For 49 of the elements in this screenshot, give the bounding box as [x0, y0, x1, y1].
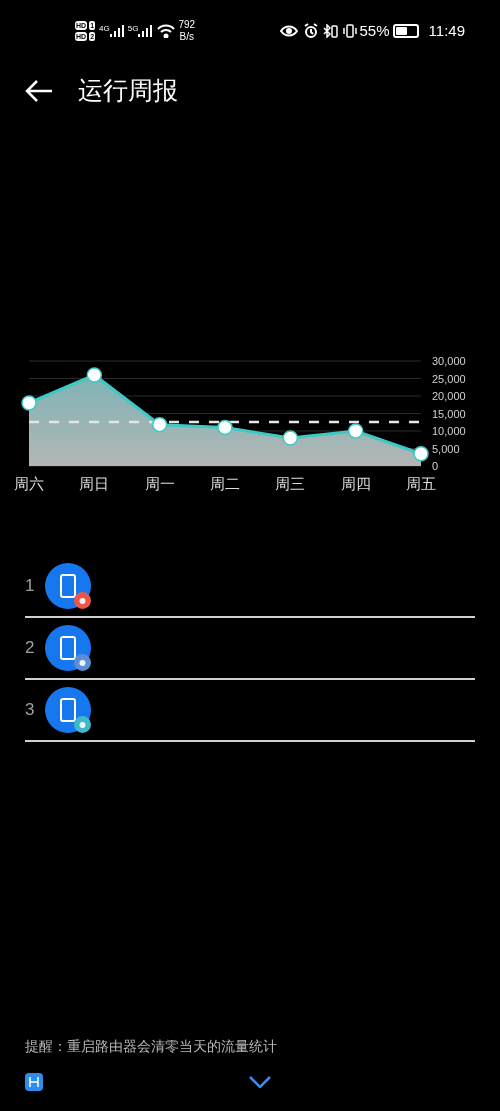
network-type: 5G	[127, 25, 139, 33]
data-point	[86, 367, 103, 383]
eye-icon	[279, 25, 298, 37]
phone-icon	[60, 698, 76, 722]
data-point	[347, 423, 364, 439]
phone-icon	[60, 636, 76, 660]
x-axis-label: 周五	[406, 475, 436, 492]
x-axis-label: 周三	[275, 475, 306, 492]
app-logo-icon[interactable]	[25, 1073, 43, 1091]
rank-number: 3	[25, 699, 36, 722]
signal-icon	[109, 25, 124, 37]
clock: 11:49	[428, 20, 465, 41]
device-avatar[interactable]	[45, 625, 91, 671]
y-tick-label: 25,000	[432, 372, 466, 385]
rank-number: 1	[25, 575, 36, 598]
x-axis-label: 周二	[210, 475, 240, 492]
data-point	[21, 395, 37, 411]
battery-icon	[330, 24, 338, 38]
bluetooth-icon	[322, 24, 331, 38]
y-tick-label: 20,000	[432, 390, 466, 402]
y-tick-label: 10,000	[432, 425, 466, 437]
x-axis-label: 周一	[144, 475, 175, 492]
x-axis-label: 周六	[14, 475, 44, 492]
data-point	[282, 430, 299, 446]
page-title: 运行周报	[78, 75, 178, 107]
rank-number: 2	[25, 637, 36, 660]
network-type: 4G	[99, 25, 110, 33]
speed-unit: B/s	[179, 31, 194, 43]
data-point	[217, 419, 233, 436]
alarm-icon	[302, 23, 319, 39]
x-axis-label: 周日	[79, 475, 110, 492]
phone-icon	[60, 574, 76, 598]
vibrate-icon	[341, 24, 358, 38]
reminder-text: 提醒：重启路由器会清零当天的流量统计	[24, 1037, 278, 1056]
signal-icon	[138, 25, 153, 37]
battery-indicator	[392, 24, 419, 38]
network-speed: 792	[178, 19, 196, 31]
device-avatar[interactable]	[45, 563, 91, 609]
device-avatar[interactable]	[45, 687, 91, 733]
wifi-icon	[157, 24, 176, 38]
y-tick-label: 5,000	[432, 442, 460, 455]
chevron-down-icon[interactable]	[249, 1076, 271, 1088]
battery-percent: 55%	[359, 20, 390, 41]
x-axis-label: 周四	[340, 475, 371, 492]
data-point	[413, 446, 429, 462]
y-tick-label: 15,000	[432, 407, 466, 420]
y-tick-label: 0	[432, 460, 439, 472]
data-point	[151, 416, 168, 433]
y-tick-label: 30,000	[432, 355, 466, 367]
